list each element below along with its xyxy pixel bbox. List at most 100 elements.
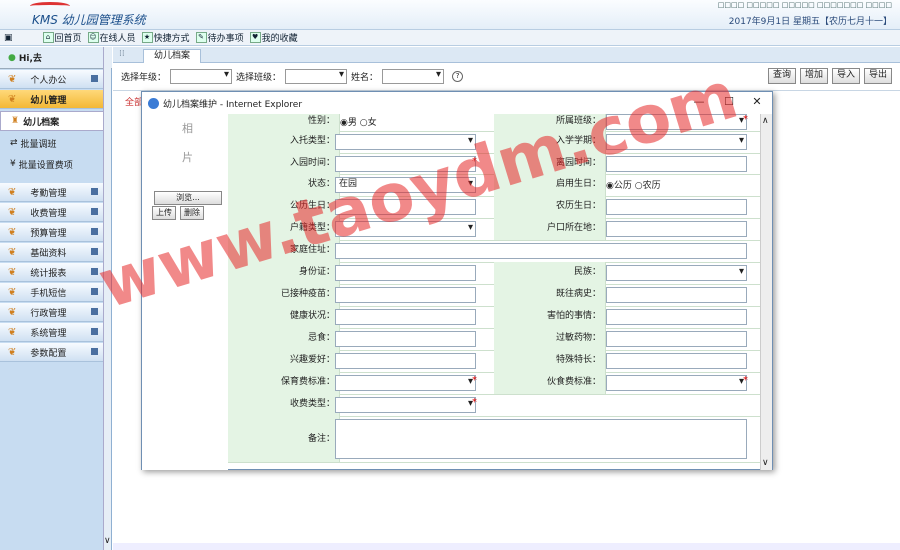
enroll-type-select[interactable] — [335, 134, 476, 150]
hukou-location-input[interactable] — [606, 221, 747, 237]
diet-input[interactable] — [335, 331, 476, 347]
expand-icon — [91, 248, 98, 255]
class-select[interactable] — [606, 114, 747, 130]
status-bar — [113, 543, 900, 550]
id-card-input[interactable] — [335, 265, 476, 281]
sidebar-item-personal-office[interactable]: ❦ 个人办公 — [0, 70, 104, 89]
lunar-birthday-input[interactable] — [606, 199, 747, 215]
import-button[interactable]: 导入 — [831, 68, 860, 84]
toolbar-home[interactable]: ⌂ 回首页 — [42, 31, 82, 44]
status-label: 状态： — [228, 174, 340, 196]
toolbar-favorites[interactable]: ♥ 我的收藏 — [249, 31, 298, 44]
menu-icon: ❦ — [8, 326, 17, 338]
top-links[interactable]: □□□□ □□□□□ □□□□□ □□□□□□□ □□□□ — [718, 1, 892, 9]
past-illness-label: 既往病史： — [494, 284, 606, 306]
sidebar-item-sms[interactable]: ❦ 手机短信 — [0, 283, 104, 302]
dialog-body: 相 片 浏览... 上传 删除 性别： ◉男 ○女 所属班级： * 入托类型： … — [142, 114, 760, 470]
enroll-time-input[interactable] — [335, 156, 476, 172]
home-address-input[interactable] — [335, 243, 747, 259]
sidebar-item-budget[interactable]: ❦ 预算管理 — [0, 223, 104, 242]
delete-photo-button[interactable]: 删除 — [180, 206, 204, 220]
fee-type-select[interactable] — [335, 397, 476, 413]
export-button[interactable]: 导出 — [863, 68, 892, 84]
remark-textarea[interactable] — [335, 419, 747, 459]
scroll-up-icon[interactable]: ∧ — [762, 116, 769, 126]
dialog-title-bar[interactable]: 幼儿档案维护 - Internet Explorer — ☐ ✕ — [142, 92, 772, 114]
name-filter-label: 姓名： — [351, 72, 379, 83]
fears-label: 害怕的事情： — [494, 306, 606, 328]
add-button[interactable]: 增加 — [799, 68, 828, 84]
status-select[interactable]: 在园 — [335, 177, 476, 193]
sidebar-item-child-management[interactable]: ❦ 幼儿管理 — [0, 90, 104, 109]
close-icon[interactable]: ✕ — [750, 95, 764, 109]
logo-icon — [30, 2, 70, 10]
sidebar-scrollbar[interactable]: ∨ — [103, 47, 111, 550]
date-line: 2017年9月1日 星期五【农历七月十一】 — [728, 17, 892, 27]
fears-input[interactable] — [606, 309, 747, 325]
hobby-input[interactable] — [335, 353, 476, 369]
toolbar-todo[interactable]: ✎ 待办事项 — [195, 31, 244, 44]
home-icon: ⌂ — [42, 32, 54, 43]
folder-icon: ♜ — [11, 116, 20, 126]
solar-birthday-input[interactable] — [335, 199, 476, 215]
name-input[interactable] — [382, 68, 445, 84]
allergy-input[interactable] — [606, 331, 747, 347]
tab-child-archive[interactable]: 幼儿档案 — [143, 49, 202, 63]
form-row: 兴趣爱好： 特殊特长： — [228, 350, 760, 373]
top-banner: KMS 幼儿园管理系统 □□□□ □□□□□ □□□□□ □□□□□□□ □□□… — [0, 0, 900, 30]
expand-icon — [91, 188, 98, 195]
sidebar-item-system[interactable]: ❦ 系统管理 — [0, 323, 104, 342]
care-fee-select[interactable] — [335, 375, 476, 391]
menu-icon: ❦ — [8, 186, 17, 198]
sidebar-item-fees[interactable]: ❦ 收费管理 — [0, 203, 104, 222]
gender-radio-group[interactable]: ◉男 ○女 — [340, 115, 377, 128]
photo-label-2: 片 — [182, 151, 193, 164]
menu-icon: ❦ — [8, 346, 17, 358]
toggle-menu-icon[interactable]: ▣ — [4, 33, 13, 43]
birthday-type-radio-group[interactable]: ◉公历 ○农历 — [606, 178, 661, 191]
vaccinated-input[interactable] — [335, 287, 476, 303]
care-fee-label: 保育费标准： — [228, 372, 340, 394]
id-card-label: 身份证： — [228, 262, 340, 284]
form-row: 性别： ◉男 ○女 所属班级： * — [228, 114, 760, 132]
sidebar-item-admin[interactable]: ❦ 行政管理 — [0, 303, 104, 322]
past-illness-input[interactable] — [606, 287, 747, 303]
sidebar-item-attendance[interactable]: ❦ 考勤管理 — [0, 183, 104, 202]
fee-icon: ¥ — [10, 159, 16, 169]
menu-icon: ❦ — [8, 226, 17, 238]
special-skill-input[interactable] — [606, 353, 747, 369]
scroll-down-icon[interactable]: ∨ — [104, 536, 111, 546]
toolbar-shortcut[interactable]: ★ 快捷方式 — [141, 31, 190, 44]
hukou-type-select[interactable] — [335, 221, 476, 237]
sidebar-sub-batch-transfer[interactable]: ⇄ 批量调班 — [0, 133, 104, 153]
required-mark: * — [472, 375, 477, 386]
tab-strip: ⁞⁞ 幼儿档案 — [113, 47, 900, 63]
health-input[interactable] — [335, 309, 476, 325]
upload-button[interactable]: 上传 — [152, 206, 176, 220]
ethnicity-select[interactable] — [606, 265, 747, 281]
scroll-down-icon[interactable]: ∨ — [762, 458, 769, 468]
dialog-scrollbar[interactable]: ∧ ∨ — [760, 114, 772, 470]
menu-icon: ❦ — [8, 206, 17, 218]
form-row: 忌食： 过敏药物： — [228, 328, 760, 351]
year-filter-label: 选择年级： — [121, 72, 167, 83]
sidebar-item-reports[interactable]: ❦ 统计报表 — [0, 263, 104, 282]
expand-icon — [91, 75, 98, 82]
help-icon[interactable]: ? — [452, 70, 464, 82]
sidebar-sub-batch-fee[interactable]: ¥ 批量设置费项 — [0, 154, 104, 174]
sidebar-item-basic-data[interactable]: ❦ 基础资料 — [0, 243, 104, 262]
school-term-select[interactable] — [606, 134, 747, 150]
maximize-icon[interactable]: ☐ — [722, 95, 736, 109]
form-row: 公历生日： 农历生日： — [228, 196, 760, 219]
minimize-icon[interactable]: — — [692, 95, 706, 109]
class-select[interactable] — [285, 68, 348, 84]
year-select[interactable] — [170, 68, 233, 84]
toolbar-online-users[interactable]: ☺ 在线人员 — [87, 31, 136, 44]
sidebar-item-params[interactable]: ❦ 参数配置 — [0, 343, 104, 362]
leave-time-input[interactable] — [606, 156, 747, 172]
meal-fee-select[interactable] — [606, 375, 747, 391]
sidebar-sub-child-archive[interactable]: ♜ 幼儿档案 — [0, 111, 104, 131]
browse-button[interactable]: 浏览... — [154, 191, 222, 205]
menu-icon: ❦ — [8, 306, 17, 318]
query-button[interactable]: 查询 — [767, 68, 796, 84]
